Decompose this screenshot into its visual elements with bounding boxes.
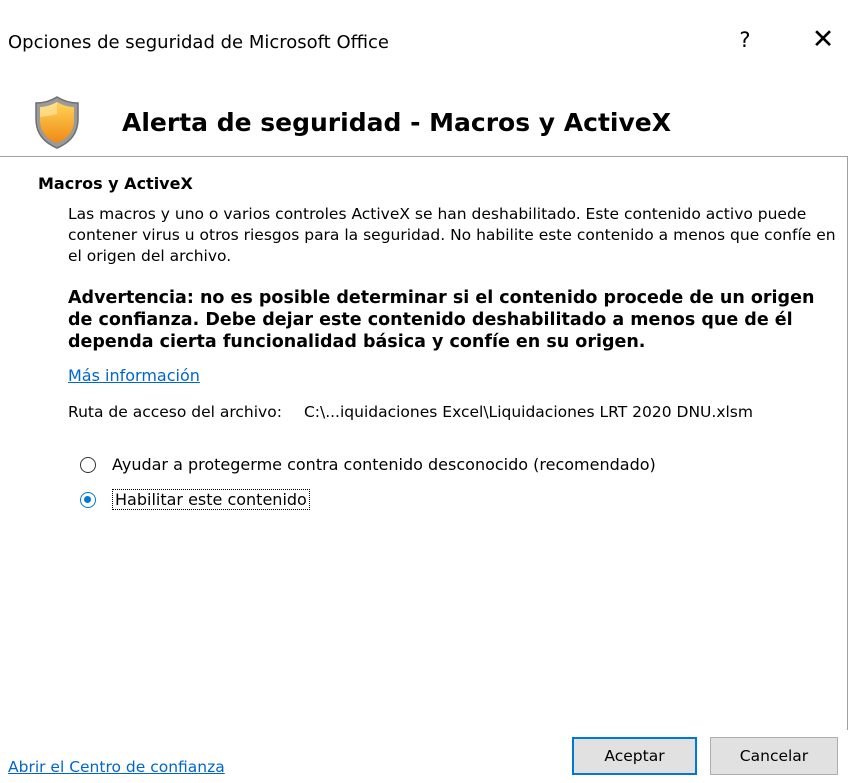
option-enable[interactable]: Habilitar este contenido — [80, 489, 310, 510]
more-info-link[interactable]: Más información — [68, 366, 200, 385]
option-enable-label: Habilitar este contenido — [112, 489, 310, 510]
option-protect[interactable]: Ayudar a protegerme contra contenido des… — [80, 455, 656, 474]
cancel-button[interactable]: Cancelar — [710, 737, 838, 775]
shield-icon — [35, 96, 79, 149]
section-heading: Macros y ActiveX — [38, 174, 193, 193]
trust-center-link[interactable]: Abrir el Centro de confianza — [8, 758, 225, 776]
accept-button[interactable]: Aceptar — [572, 737, 697, 775]
help-icon[interactable]: ? — [735, 28, 755, 52]
title-bar: Opciones de seguridad de Microsoft Offic… — [0, 0, 853, 85]
close-icon[interactable]: ✕ — [808, 24, 838, 55]
file-path-label: Ruta de acceso del archivo: — [68, 403, 282, 421]
file-path-value: C:\...iquidaciones Excel\Liquidaciones L… — [303, 403, 753, 421]
alert-title: Alerta de seguridad - Macros y ActiveX — [122, 108, 672, 137]
warning-text: Advertencia: no es posible determinar si… — [68, 288, 815, 352]
radio-protect[interactable] — [80, 456, 96, 473]
description-text: Las macros y uno o varios controles Acti… — [68, 205, 836, 265]
radio-enable[interactable] — [80, 491, 96, 508]
file-path-row: Ruta de acceso del archivo: C:\...iquidac… — [68, 403, 753, 421]
option-protect-label: Ayudar a protegerme contra contenido des… — [112, 455, 656, 474]
window-title: Opciones de seguridad de Microsoft Offic… — [8, 32, 389, 53]
